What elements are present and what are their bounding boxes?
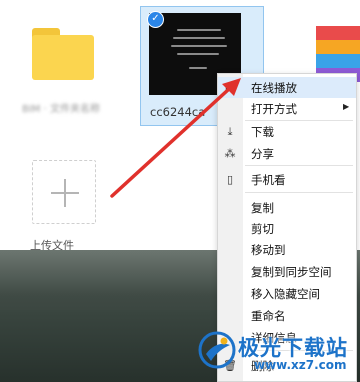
annotation-arrow: [110, 78, 241, 198]
watermark-logo: [198, 331, 236, 369]
watermark-url: www.xz7.com: [254, 358, 347, 372]
